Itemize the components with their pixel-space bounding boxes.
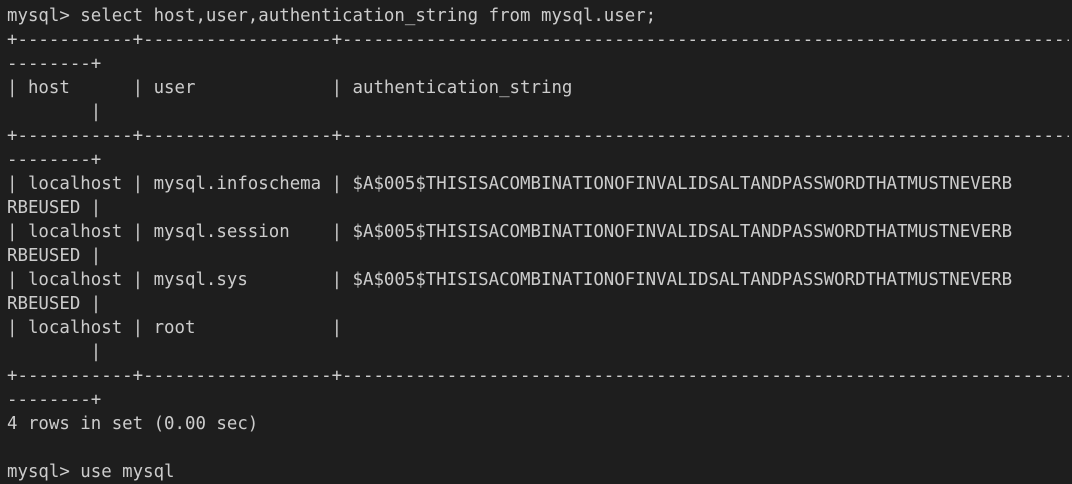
table-row: RBEUSED | bbox=[7, 246, 102, 266]
table-row: | localhost | mysql.session | $A$005$THI… bbox=[7, 222, 1013, 242]
table-row: RBEUSED | bbox=[7, 198, 102, 218]
table-header-row: | host | user | authentication_string bbox=[7, 78, 573, 98]
result-summary: 4 rows in set (0.00 sec) bbox=[7, 414, 259, 434]
terminal-output[interactable]: mysql> select host,user,authentication_s… bbox=[7, 4, 1069, 484]
table-border-line: +-----------+------------------+--------… bbox=[7, 366, 1069, 386]
table-border-line: --------+ bbox=[7, 54, 102, 74]
table-border-line: --------+ bbox=[7, 150, 102, 170]
terminal-prompt-line[interactable]: mysql> use mysql bbox=[7, 460, 1069, 484]
table-row: | localhost | mysql.infoschema | $A$005$… bbox=[7, 174, 1013, 194]
table-header-row: | bbox=[7, 102, 102, 122]
table-row: | localhost | mysql.sys | $A$005$THISISA… bbox=[7, 270, 1013, 290]
table-row: | localhost | root | bbox=[7, 318, 343, 338]
table-row: | bbox=[7, 342, 102, 362]
table-border-line: --------+ bbox=[7, 390, 102, 410]
table-border-line: +-----------+------------------+--------… bbox=[7, 30, 1069, 50]
terminal-line: mysql> select host,user,authentication_s… bbox=[7, 6, 657, 26]
table-row: RBEUSED | bbox=[7, 294, 102, 314]
table-border-line: +-----------+------------------+--------… bbox=[7, 126, 1069, 146]
